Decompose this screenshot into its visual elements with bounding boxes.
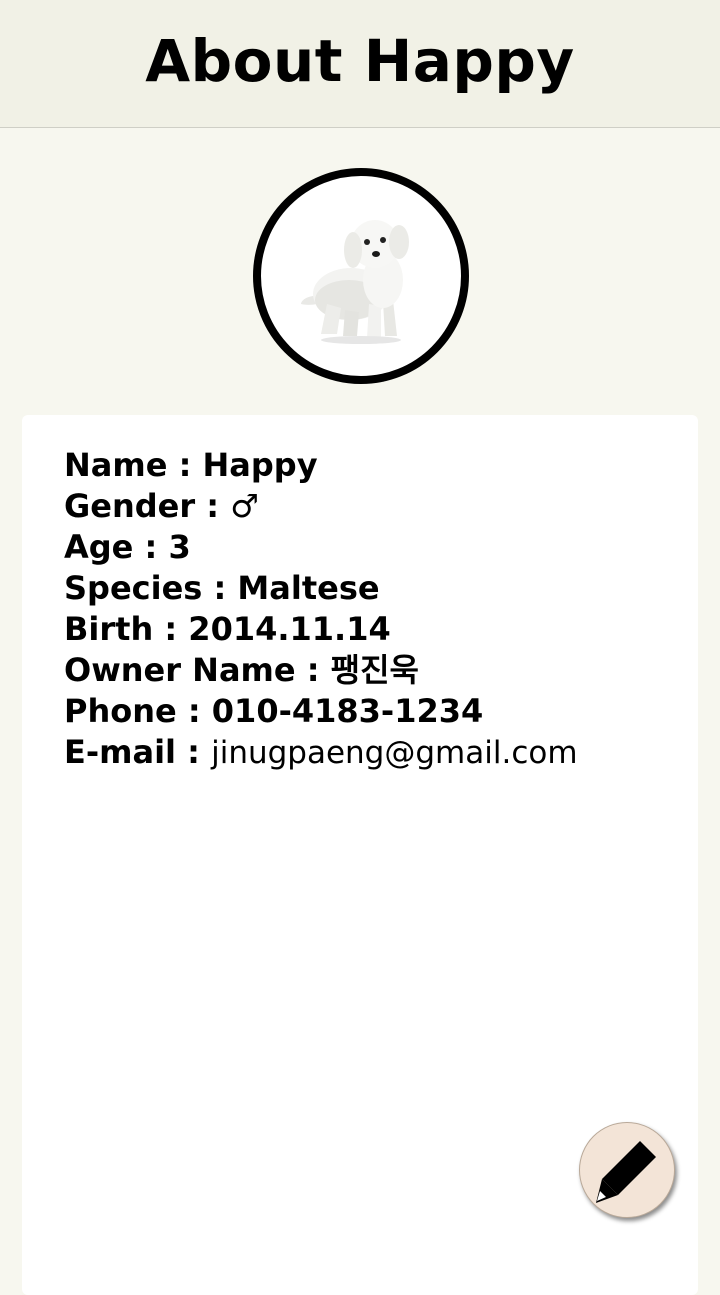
info-row-age: Age : 3: [64, 527, 578, 568]
info-value: 010-4183-1234: [211, 692, 484, 730]
info-label: Gender :: [64, 487, 231, 525]
info-value: jinugpaeng@gmail.com: [211, 735, 578, 771]
info-value: 팽진욱: [330, 651, 419, 689]
info-value: 2014.11.14: [188, 610, 391, 648]
info-label: Age :: [64, 528, 169, 566]
info-row-phone: Phone : 010-4183-1234: [64, 691, 578, 732]
info-row-email: E-mail : jinugpaeng@gmail.com: [64, 732, 578, 774]
info-label: Birth :: [64, 610, 189, 648]
page-title: About Happy: [145, 26, 575, 95]
info-value: ♂: [230, 487, 259, 525]
app-bar: About Happy: [0, 0, 720, 128]
info-label: Name :: [64, 446, 203, 484]
pet-info-list: Name : Happy Gender : ♂ Age : 3 Species …: [64, 445, 578, 774]
info-label: Phone :: [64, 692, 212, 730]
info-value: 3: [168, 528, 191, 566]
maltese-dog-photo: [301, 220, 409, 344]
info-label: E-mail :: [64, 733, 212, 771]
info-label: Owner Name :: [64, 651, 331, 689]
info-row-birth: Birth : 2014.11.14: [64, 609, 578, 650]
pencil-icon: [596, 1141, 656, 1203]
info-row-name: Name : Happy: [64, 445, 578, 486]
info-row-gender: Gender : ♂: [64, 486, 578, 527]
edit-button[interactable]: [579, 1122, 675, 1218]
info-row-species: Species : Maltese: [64, 568, 578, 609]
pet-avatar[interactable]: [253, 168, 469, 384]
info-value: Happy: [202, 446, 318, 484]
info-label: Species :: [64, 569, 238, 607]
info-row-owner-name: Owner Name : 팽진욱: [64, 650, 578, 691]
info-value: Maltese: [237, 569, 380, 607]
